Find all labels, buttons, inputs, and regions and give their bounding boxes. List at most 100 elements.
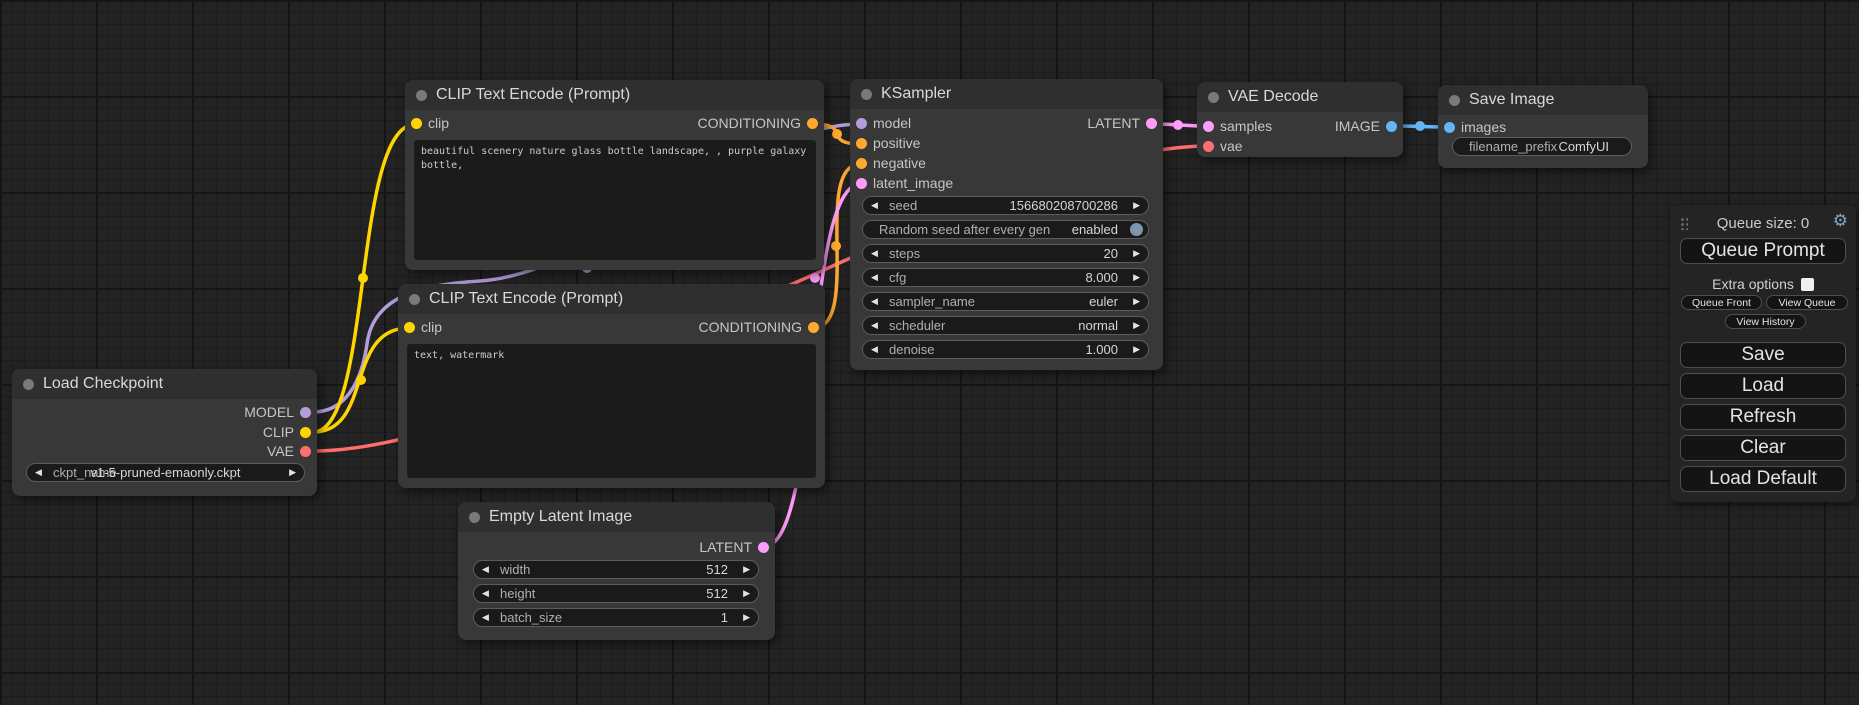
input-port-samples[interactable] [1203, 121, 1214, 132]
widget-random-seed-toggle[interactable]: Random seed after every gen enabled [862, 220, 1149, 239]
widget-height[interactable]: ◀ height 512 ▶ [473, 584, 759, 603]
gear-icon[interactable]: ⚙ [1833, 211, 1848, 231]
collapse-dot-icon[interactable] [861, 89, 872, 100]
input-port-images[interactable] [1444, 122, 1455, 133]
collapse-dot-icon[interactable] [1449, 95, 1460, 106]
view-history-button[interactable]: View History [1725, 314, 1806, 329]
clear-button[interactable]: Clear [1680, 435, 1846, 461]
widget-ckpt-name[interactable]: ◀ ckpt_name v1-5-pruned-emaonly.ckpt ▶ [26, 463, 305, 482]
node-title-bar[interactable]: KSampler [850, 79, 1163, 109]
input-port-positive[interactable] [856, 138, 867, 149]
widget-value: 156680208700286 [1010, 197, 1118, 214]
increment-arrow-icon[interactable]: ▶ [1133, 341, 1140, 358]
input-port-clip[interactable] [404, 322, 415, 333]
increment-arrow-icon[interactable]: ▶ [743, 585, 750, 602]
widget-value: 20 [1104, 245, 1118, 262]
increment-arrow-icon[interactable]: ▶ [743, 609, 750, 626]
refresh-button[interactable]: Refresh [1680, 404, 1846, 430]
output-port-latent[interactable] [1146, 118, 1157, 129]
decrement-arrow-icon[interactable]: ◀ [871, 317, 878, 334]
node-title-bar[interactable]: Load Checkpoint [12, 369, 317, 399]
output-port-clip[interactable] [300, 427, 311, 438]
decrement-arrow-icon[interactable]: ◀ [871, 197, 878, 214]
link-midpoint-dot[interactable] [356, 375, 366, 385]
load-default-button[interactable]: Load Default [1680, 466, 1846, 492]
queue-front-button[interactable]: Queue Front [1681, 295, 1762, 310]
input-port-vae[interactable] [1203, 141, 1214, 152]
node-empty-latent-image[interactable]: Empty Latent Image LATENT ◀ width 512 ▶ … [458, 502, 775, 640]
output-port-image[interactable] [1386, 121, 1397, 132]
increment-arrow-icon[interactable]: ▶ [1133, 269, 1140, 286]
link-midpoint-dot[interactable] [831, 241, 841, 251]
increment-arrow-icon[interactable]: ▶ [1133, 317, 1140, 334]
widget-scheduler[interactable]: ◀ scheduler normal ▶ [862, 316, 1149, 335]
increment-arrow-icon[interactable]: ▶ [1133, 197, 1140, 214]
increment-arrow-icon[interactable]: ▶ [1133, 293, 1140, 310]
view-queue-button[interactable]: View Queue [1766, 295, 1848, 310]
node-title-bar[interactable]: CLIP Text Encode (Prompt) [405, 80, 824, 110]
input-port-negative[interactable] [856, 158, 867, 169]
node-title-bar[interactable]: Save Image [1438, 85, 1648, 115]
widget-cfg[interactable]: ◀ cfg 8.000 ▶ [862, 268, 1149, 287]
node-title-bar[interactable]: CLIP Text Encode (Prompt) [398, 284, 825, 314]
collapse-dot-icon[interactable] [409, 294, 420, 305]
prompt-textarea[interactable]: beautiful scenery nature glass bottle la… [414, 140, 816, 260]
output-port-model[interactable] [300, 407, 311, 418]
node-save-image[interactable]: Save Image images filename_prefix ComfyU… [1438, 85, 1648, 168]
decrement-arrow-icon[interactable]: ◀ [871, 341, 878, 358]
collapse-dot-icon[interactable] [469, 512, 480, 523]
prompt-textarea[interactable]: text, watermark [407, 344, 816, 478]
link-midpoint-dot[interactable] [1415, 121, 1425, 131]
increment-arrow-icon[interactable]: ▶ [743, 561, 750, 578]
output-port-vae[interactable] [300, 446, 311, 457]
toggle-dot-icon[interactable] [1130, 223, 1143, 236]
decrement-arrow-icon[interactable]: ◀ [482, 609, 489, 626]
save-button[interactable]: Save [1680, 342, 1846, 368]
widget-sampler-name[interactable]: ◀ sampler_name euler ▶ [862, 292, 1149, 311]
widget-filename-prefix[interactable]: filename_prefix ComfyUI [1452, 137, 1632, 156]
output-label-conditioning: CONDITIONING [699, 321, 802, 334]
widget-denoise[interactable]: ◀ denoise 1.000 ▶ [862, 340, 1149, 359]
node-vae-decode[interactable]: VAE Decode samples vae IMAGE [1197, 82, 1403, 157]
output-label-conditioning: CONDITIONING [698, 117, 801, 130]
link-midpoint-dot[interactable] [1173, 120, 1183, 130]
decrement-arrow-icon[interactable]: ◀ [482, 561, 489, 578]
increment-arrow-icon[interactable]: ▶ [1133, 245, 1140, 262]
decrement-arrow-icon[interactable]: ◀ [482, 585, 489, 602]
input-port-clip[interactable] [411, 118, 422, 129]
link-midpoint-dot[interactable] [832, 129, 842, 139]
node-title: Save Image [1469, 91, 1554, 109]
input-port-latent-image[interactable] [856, 178, 867, 189]
output-port-latent[interactable] [758, 542, 769, 553]
output-port-conditioning[interactable] [807, 118, 818, 129]
widget-label: seed [889, 197, 917, 214]
decrement-arrow-icon[interactable]: ◀ [871, 269, 878, 286]
collapse-dot-icon[interactable] [1208, 92, 1219, 103]
input-port-model[interactable] [856, 118, 867, 129]
node-clip-text-encode-negative[interactable]: CLIP Text Encode (Prompt) clip CONDITION… [398, 284, 825, 488]
node-title-bar[interactable]: VAE Decode [1197, 82, 1403, 112]
collapse-dot-icon[interactable] [23, 379, 34, 390]
widget-label: batch_size [500, 609, 562, 626]
widget-width[interactable]: ◀ width 512 ▶ [473, 560, 759, 579]
node-title: KSampler [881, 85, 951, 103]
node-load-checkpoint[interactable]: Load Checkpoint MODEL CLIP VAE ◀ ckpt_na… [12, 369, 317, 496]
node-title-bar[interactable]: Empty Latent Image [458, 502, 775, 532]
input-label-clip: clip [421, 321, 442, 334]
node-clip-text-encode-positive[interactable]: CLIP Text Encode (Prompt) clip CONDITION… [405, 80, 824, 270]
increment-arrow-icon[interactable]: ▶ [289, 464, 296, 481]
load-button[interactable]: Load [1680, 373, 1846, 399]
decrement-arrow-icon[interactable]: ◀ [871, 293, 878, 310]
output-port-conditioning[interactable] [808, 322, 819, 333]
node-graph-canvas[interactable]: Load Checkpoint MODEL CLIP VAE ◀ ckpt_na… [0, 0, 1859, 705]
link-midpoint-dot[interactable] [358, 273, 368, 283]
widget-seed[interactable]: ◀ seed 156680208700286 ▶ [862, 196, 1149, 215]
collapse-dot-icon[interactable] [416, 90, 427, 101]
link-midpoint-dot[interactable] [810, 273, 820, 283]
widget-batch-size[interactable]: ◀ batch_size 1 ▶ [473, 608, 759, 627]
queue-prompt-button[interactable]: Queue Prompt [1680, 238, 1846, 264]
node-ksampler[interactable]: KSampler model positive negative latent_… [850, 79, 1163, 370]
decrement-arrow-icon[interactable]: ◀ [871, 245, 878, 262]
extra-options-checkbox[interactable] [1801, 278, 1814, 291]
widget-steps[interactable]: ◀ steps 20 ▶ [862, 244, 1149, 263]
